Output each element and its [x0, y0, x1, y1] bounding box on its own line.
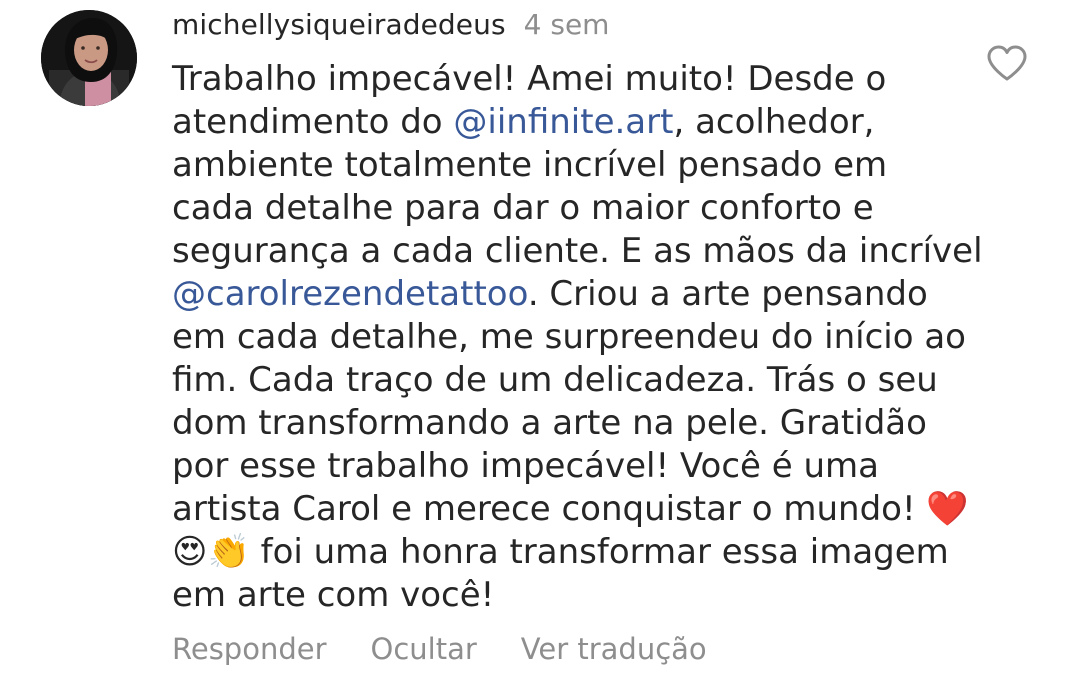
- mention-link[interactable]: @iinfinite.art: [453, 102, 673, 142]
- comment-line: por esse trabalho impecável! Você é uma: [172, 445, 952, 488]
- comment-text-segment: atendimento do: [172, 102, 454, 142]
- comment-line: segurança a cada cliente. E as mãos da i…: [172, 230, 983, 273]
- reply-button[interactable]: Responder: [172, 632, 327, 666]
- comment-line: dom transformando a arte na pele. Gratid…: [172, 402, 952, 445]
- comment-actions: Responder Ocultar Ver tradução: [172, 632, 707, 666]
- comment-text-segment: em cada detalhe, me surpreendeu do iníci…: [172, 317, 966, 357]
- see-translation-button[interactable]: Ver tradução: [521, 632, 707, 666]
- comment-text-segment: Trabalho impecável! Amei muito! Desde o: [172, 59, 887, 99]
- comment-text-segment: , acolhedor,: [673, 102, 875, 142]
- heart-outline-icon[interactable]: [986, 44, 1028, 82]
- comment-text-segment: cada detalhe para dar o maior conforto e: [172, 188, 874, 228]
- comment-text-segment: dom transformando a arte na pele. Gratid…: [172, 403, 927, 443]
- comment-line: cada detalhe para dar o maior conforto e: [172, 187, 952, 230]
- comment-line: artista Carol e merece conquistar o mund…: [172, 488, 969, 531]
- comment-text-segment: em arte com você!: [172, 575, 495, 615]
- comment-line: ambiente totalmente incrível pensado em: [172, 144, 952, 187]
- comment-line: Trabalho impecável! Amei muito! Desde o: [172, 58, 952, 101]
- comment-username[interactable]: michellysiqueiradedeus: [172, 8, 506, 41]
- comment-line: @carolrezendetattoo. Criou a arte pensan…: [172, 273, 952, 316]
- red-heart-emoji: ❤️: [926, 489, 969, 529]
- comment-line: fim. Cada traço de um delicadeza. Trás o…: [172, 359, 952, 402]
- comment-text-segment: ambiente totalmente incrível pensado em: [172, 145, 888, 185]
- heart-eyes-emoji: 😍: [172, 532, 208, 572]
- comment-text-segment: segurança a cada cliente. E as mãos da i…: [172, 231, 983, 271]
- comment-text-segment: . Criou a arte pensando: [527, 274, 928, 314]
- comment-line: em arte com você!: [172, 574, 952, 617]
- mention-link[interactable]: @carolrezendetattoo: [172, 274, 528, 314]
- clapping-hands-emoji: 👏: [207, 532, 250, 572]
- hide-button[interactable]: Ocultar: [371, 632, 477, 666]
- comment-text-segment: artista Carol e merece conquistar o mund…: [172, 489, 927, 529]
- comment-text-segment: fim. Cada traço de um delicadeza. Trás o…: [172, 360, 938, 400]
- comment-timestamp[interactable]: 4 sem: [524, 8, 610, 41]
- comment-line: em cada detalhe, me surpreendeu do iníci…: [172, 316, 966, 359]
- profile-photo: [41, 10, 137, 106]
- comment-line: 😍👏 foi uma honra transformar essa imagem: [172, 531, 952, 574]
- comment-text-segment: por esse trabalho impecável! Você é uma: [172, 446, 879, 486]
- comment-line: atendimento do @iinfinite.art, acolhedor…: [172, 101, 952, 144]
- comment-text: Trabalho impecável! Amei muito! Desde oa…: [172, 58, 983, 617]
- comment: michellysiqueiradedeus 4 sem Trabalho im…: [172, 0, 983, 617]
- comment-header: michellysiqueiradedeus 4 sem: [172, 0, 952, 48]
- comment-text-segment: foi uma honra transformar essa imagem: [249, 532, 949, 572]
- avatar[interactable]: [41, 10, 137, 106]
